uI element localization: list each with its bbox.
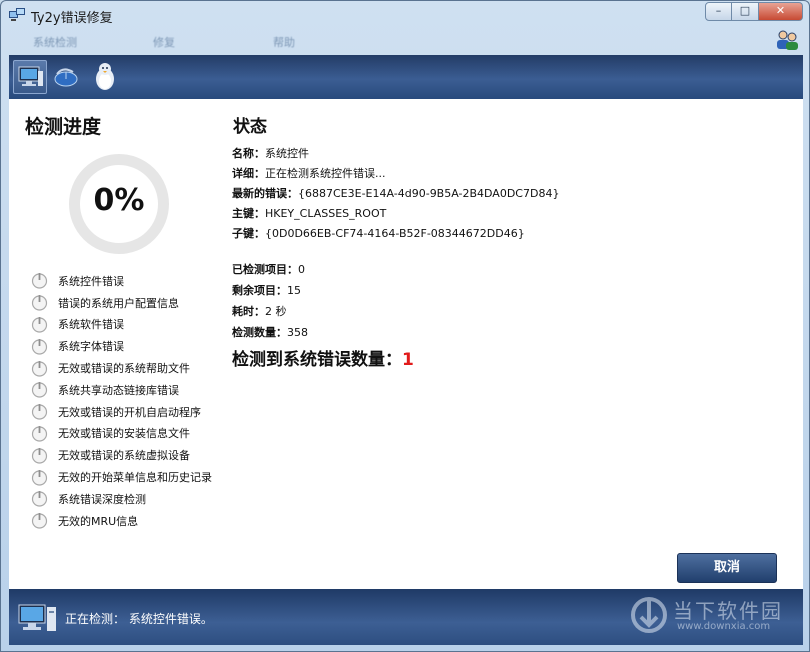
error-count: 1	[402, 350, 414, 370]
menu-item-repair[interactable]: 修复	[153, 34, 175, 50]
maximize-button[interactable]: □	[732, 2, 759, 21]
error-summary-label: 检测到系统错误数量：	[232, 350, 402, 370]
check-item-label: 无效或错误的系统虚拟设备	[58, 449, 190, 463]
checked-items-label: 已检测项目：	[232, 263, 298, 276]
elapsed-time-row: 耗时：2 秒	[232, 303, 287, 319]
check-item-label: 无效的开始菜单信息和历史记录	[58, 471, 212, 485]
elapsed-time-label: 耗时：	[232, 305, 265, 318]
status-main-key-value: HKEY_CLASSES_ROOT	[265, 207, 387, 220]
power-icon	[31, 425, 48, 442]
check-item-label: 无效或错误的系统帮助文件	[58, 362, 190, 376]
watermark-text: 当下软件园	[673, 599, 783, 623]
check-item: 无效的MRU信息	[31, 510, 231, 532]
window-title: Ty2y错误修复	[31, 11, 113, 26]
watermark: 当下软件园 www.downxia.com	[629, 593, 799, 639]
check-item: 错误的系统用户配置信息	[31, 292, 231, 314]
power-icon	[31, 513, 48, 529]
status-sub-key-label: 子键：	[232, 227, 265, 240]
cancel-button[interactable]: 取消	[677, 553, 777, 583]
check-item-label: 系统共享动态链接库错误	[58, 383, 179, 397]
power-icon	[31, 295, 48, 311]
status-detail-label: 详细：	[232, 167, 265, 180]
check-item: 无效或错误的开机自启动程序	[31, 401, 231, 423]
users-icon[interactable]	[775, 29, 799, 51]
check-item-label: 无效的MRU信息	[58, 514, 139, 528]
status-latest-error-value: {6887CE3E-E14A-4d90-9B5A-2B4DA0DC7D84}	[298, 187, 560, 200]
progress-heading: 检测进度	[25, 116, 102, 138]
check-count-value: 358	[287, 326, 308, 339]
check-count-label: 检测数量：	[232, 326, 287, 339]
error-summary: 检测到系统错误数量：1	[232, 345, 414, 370]
computer-icon	[18, 66, 43, 86]
status-detail-row: 详细：正在检测系统控件错误...	[232, 165, 386, 181]
power-icon	[31, 447, 48, 464]
check-item-label: 系统软件错误	[58, 318, 124, 332]
watermark-url: www.downxia.com	[677, 621, 771, 632]
close-button[interactable]: ✕	[759, 2, 803, 21]
check-item-label: 系统字体错误	[58, 340, 124, 354]
check-item-label: 无效或错误的开机自启动程序	[58, 405, 201, 419]
status-sub-key-value: {0D0D66EB-CF74-4164-B52F-08344672DD46}	[265, 227, 525, 240]
check-item: 系统控件错误	[31, 270, 231, 292]
status-name-row: 名称：系统控件	[232, 145, 309, 161]
check-item-label: 错误的系统用户配置信息	[58, 296, 179, 310]
penguin-icon	[96, 63, 114, 90]
check-item: 无效或错误的系统虚拟设备	[31, 444, 231, 466]
elapsed-time-value: 2 秒	[265, 305, 287, 318]
minimize-button[interactable]: –	[705, 2, 732, 21]
status-heading: 状态	[233, 117, 267, 137]
power-icon	[31, 360, 48, 377]
status-latest-error-row: 最新的错误：{6887CE3E-E14A-4d90-9B5A-2B4DA0DC7…	[232, 185, 559, 201]
check-count-row: 检测数量：358	[232, 324, 308, 340]
power-icon	[31, 382, 48, 398]
check-item: 系统错误深度检测	[31, 488, 231, 510]
status-sub-key-row: 子键：{0D0D66EB-CF74-4164-B52F-08344672DD46…	[232, 225, 525, 241]
power-icon	[31, 273, 48, 289]
power-icon	[31, 469, 48, 486]
check-item: 无效或错误的安装信息文件	[31, 423, 231, 445]
title-bar[interactable]: Ty2y错误修复 – □ ✕	[1, 1, 809, 29]
check-item: 无效的开始菜单信息和历史记录	[31, 466, 231, 488]
check-items-list: 系统控件错误错误的系统用户配置信息 系统软件错误 系统字体错误无效或错误的系统帮助文…	[31, 270, 231, 532]
toolbar-system-check-button[interactable]	[13, 60, 47, 94]
check-item-label: 系统错误深度检测	[58, 492, 146, 506]
app-window: Ty2y错误修复 – □ ✕ 系统检测 修复 帮助 检测进度 0% 系统控件错误…	[0, 0, 810, 652]
status-latest-error-label: 最新的错误：	[232, 187, 298, 200]
remaining-items-label: 剩余项目：	[232, 284, 287, 297]
checked-items-value: 0	[298, 263, 305, 276]
status-bar-text: 正在检测： 系统控件错误。	[65, 612, 213, 626]
watermark-logo-icon	[631, 597, 667, 633]
check-item: 无效或错误的系统帮助文件	[31, 357, 231, 379]
status-name-value: 系统控件	[265, 147, 309, 160]
menu-bar: 系统检测 修复 帮助	[9, 29, 803, 55]
toolbar	[9, 55, 803, 99]
check-item: 系统软件错误	[31, 314, 231, 336]
menu-item-help[interactable]: 帮助	[273, 34, 295, 50]
status-main-key-label: 主键：	[232, 207, 265, 220]
main-content: 检测进度 0% 系统控件错误错误的系统用户配置信息 系统软件错误 系统字体错误无效或…	[9, 99, 803, 589]
mouse-icon	[54, 68, 78, 87]
toolbar-hardware-button[interactable]	[51, 60, 85, 94]
status-name-label: 名称：	[232, 147, 265, 160]
menu-item-detect[interactable]: 系统检测	[33, 34, 77, 50]
app-icon	[9, 8, 25, 21]
progress-percent: 0%	[93, 183, 145, 218]
remaining-items-row: 剩余项目：15	[232, 282, 301, 298]
check-item: 系统字体错误	[31, 335, 231, 357]
power-icon	[31, 491, 48, 507]
status-bar: 正在检测： 系统控件错误。 当下软件园 www.downxia.com	[9, 589, 803, 645]
toolbar-linux-button[interactable]	[89, 60, 123, 94]
power-icon	[31, 338, 48, 355]
window-controls: – □ ✕	[705, 2, 803, 21]
power-icon	[31, 404, 48, 420]
check-item-label: 系统控件错误	[58, 274, 124, 288]
check-item: 系统共享动态链接库错误	[31, 379, 231, 401]
check-item-label: 无效或错误的安装信息文件	[58, 427, 190, 441]
power-icon	[31, 316, 48, 333]
status-main-key-row: 主键：HKEY_CLASSES_ROOT	[232, 205, 386, 221]
status-detail-value: 正在检测系统控件错误...	[265, 167, 386, 180]
checked-items-row: 已检测项目：0	[232, 261, 305, 277]
remaining-items-value: 15	[287, 284, 301, 297]
computer-scan-icon	[18, 604, 56, 631]
